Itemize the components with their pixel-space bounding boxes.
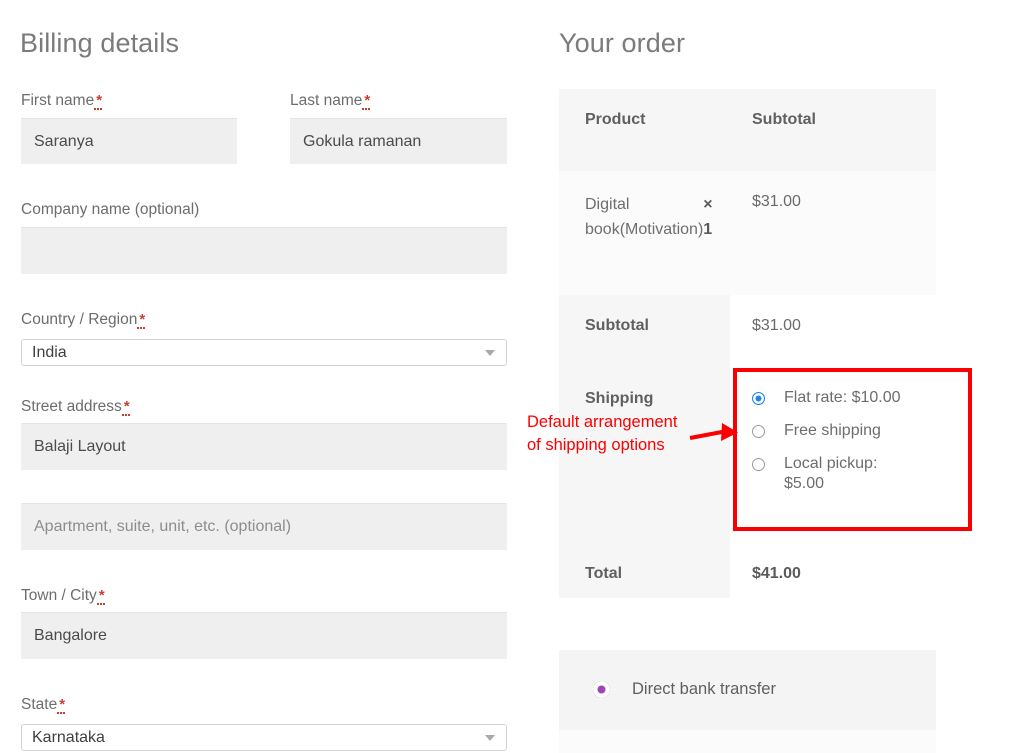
annotation-line-1: Default arrangement — [527, 413, 678, 431]
your-order-heading: Your order — [559, 28, 686, 58]
first-name-label-text: First name — [21, 92, 95, 109]
country-region-label-text: Country / Region — [21, 311, 138, 328]
annotation-highlight-box — [733, 368, 972, 531]
town-city-label: Town / City * — [21, 587, 105, 605]
chevron-down-icon — [485, 349, 495, 356]
required-asterisk: * — [96, 587, 105, 605]
country-region-label: Country / Region * — [21, 311, 146, 329]
state-select[interactable]: Karnataka — [21, 724, 507, 751]
first-name-label: First name * — [21, 92, 103, 110]
payment-methods-details-box — [559, 730, 936, 753]
total-value: $41.00 — [752, 565, 801, 582]
table-header-subtotal: Subtotal — [730, 89, 936, 171]
required-asterisk: * — [57, 696, 66, 714]
subtotal-value: $31.00 — [752, 317, 801, 334]
total-label: Total — [559, 543, 730, 598]
payment-method-direct-bank-transfer[interactable]: Direct bank transfer — [593, 680, 776, 699]
state-label: State * — [21, 696, 66, 714]
line-item-name: Digital book(Motivation) × 1 — [559, 171, 713, 243]
street-address-label-text: Street address — [21, 398, 122, 415]
first-name-input[interactable]: Saranya — [21, 118, 237, 164]
state-value: Karnataka — [32, 728, 105, 746]
annotation-arrow-icon — [689, 423, 738, 441]
company-name-label: Company name (optional) — [21, 201, 200, 218]
line-item-name-text: Digital book(Motivation) — [585, 196, 704, 239]
country-region-select[interactable]: India — [21, 339, 507, 366]
checkout-page: Billing details First name * Saranya Last… — [0, 0, 1024, 753]
annotation-line-2: of shipping options — [527, 436, 665, 455]
company-name-input[interactable] — [21, 227, 507, 274]
required-asterisk: * — [94, 92, 103, 110]
billing-details-heading: Billing details — [20, 28, 180, 58]
street-address-label: Street address * — [21, 398, 130, 416]
radio-icon[interactable] — [593, 681, 610, 698]
last-name-input[interactable]: Gokula ramanan — [290, 118, 507, 164]
town-city-input[interactable]: Bangalore — [21, 612, 507, 659]
table-header-product: Product — [559, 89, 730, 171]
payment-method-label: Direct bank transfer — [632, 680, 776, 698]
table-row: Digital book(Motivation) × 1 — [559, 171, 730, 295]
street-address-input[interactable]: Balaji Layout — [21, 423, 507, 470]
chevron-down-icon — [485, 734, 495, 741]
subtotal-label: Subtotal — [559, 295, 730, 368]
state-label-text: State — [21, 696, 58, 713]
last-name-label-text: Last name — [290, 92, 363, 109]
town-city-label-text: Town / City — [21, 587, 97, 604]
country-region-value: India — [32, 343, 67, 361]
last-name-label: Last name * — [290, 92, 371, 110]
line-item-qty: × 1 — [703, 196, 713, 239]
apartment-input[interactable]: Apartment, suite, unit, etc. (optional) — [21, 503, 507, 550]
required-asterisk: * — [121, 398, 130, 416]
line-item-subtotal: $31.00 — [730, 171, 936, 295]
annotation-text: Default arrangement of shipping options — [527, 411, 677, 458]
required-asterisk: * — [362, 92, 371, 110]
required-asterisk: * — [137, 311, 146, 329]
